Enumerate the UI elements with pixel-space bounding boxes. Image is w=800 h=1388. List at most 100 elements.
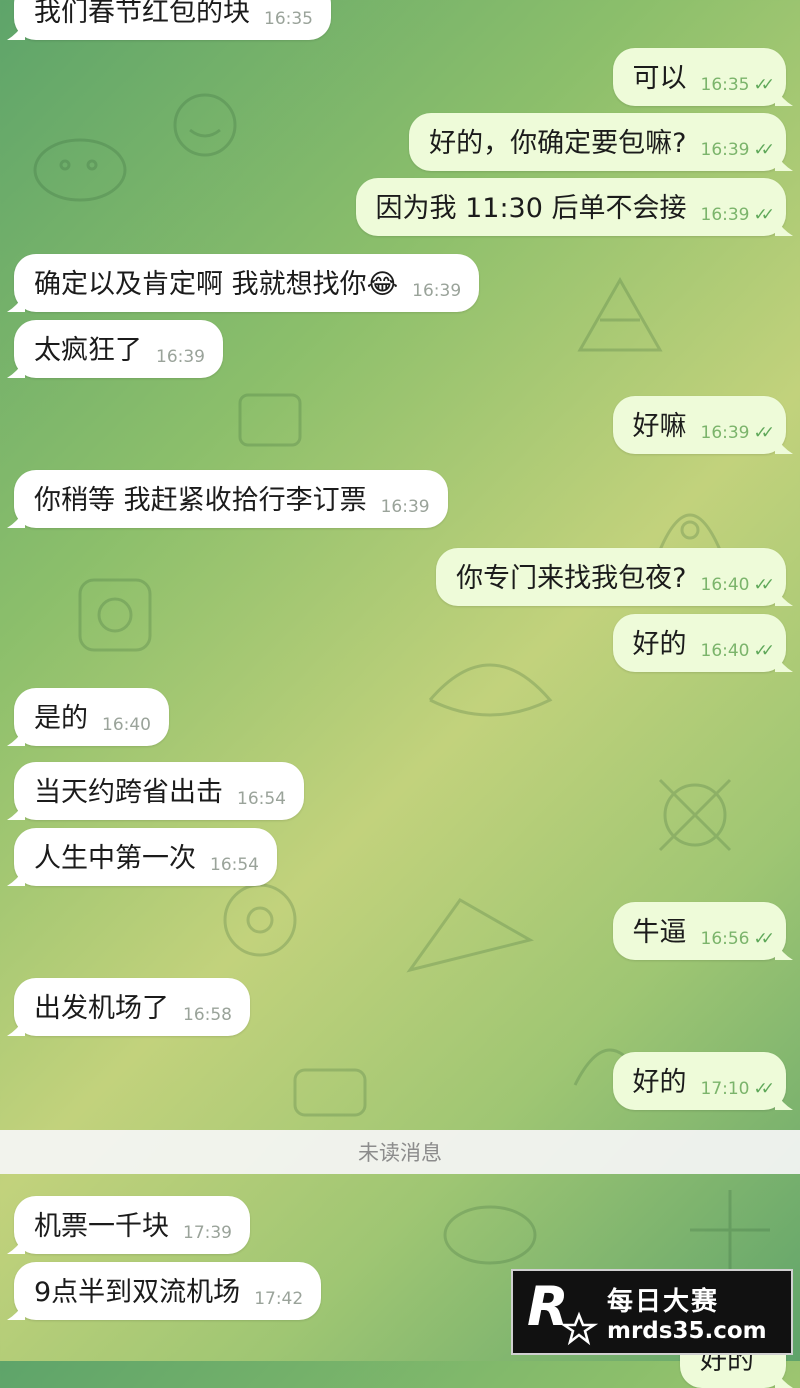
message-text: 我们春节红包的块 bbox=[34, 0, 250, 28]
message-text: 好的 bbox=[632, 1067, 687, 1098]
message-time: 16:39 bbox=[380, 497, 430, 517]
read-ticks-icon: ✓✓ bbox=[753, 641, 775, 661]
message-meta: 16:39 bbox=[156, 347, 205, 368]
bubble-tail-icon bbox=[7, 1302, 25, 1320]
bubble-tail-icon bbox=[775, 1370, 793, 1388]
message-meta: 16:54 bbox=[237, 789, 286, 810]
message-meta: 16:54 bbox=[210, 855, 259, 876]
message-time: 16:39 bbox=[412, 281, 462, 301]
message-time: 16:39 bbox=[700, 205, 750, 225]
message-meta: 16:56 ✓✓ bbox=[700, 929, 775, 950]
bubble-tail-icon bbox=[775, 88, 793, 106]
bubble-tail-icon bbox=[7, 294, 25, 312]
message-text: 好嘛 bbox=[632, 411, 687, 442]
message-meta: 16:40 ✓✓ bbox=[700, 575, 775, 596]
read-ticks-icon: ✓✓ bbox=[753, 575, 775, 595]
message-text: 确定以及肯定啊 我就想找你😂 bbox=[34, 269, 399, 300]
message-text: 牛逼 bbox=[632, 917, 687, 948]
unread-messages-divider: 未读消息 bbox=[0, 1130, 800, 1174]
incoming-message-bubble[interactable]: 是的 16:40 bbox=[7, 688, 169, 746]
message-time: 16:58 bbox=[183, 1005, 232, 1025]
message-meta: 16:39 ✓✓ bbox=[700, 205, 775, 226]
message-time: 16:40 bbox=[700, 575, 750, 595]
bubble-tail-icon bbox=[7, 1018, 25, 1036]
message-time: 16:39 bbox=[156, 347, 205, 367]
bubble-tail-icon bbox=[7, 802, 25, 820]
incoming-message-bubble[interactable]: 机票一千块 17:39 bbox=[7, 1196, 250, 1254]
incoming-message-bubble[interactable]: 确定以及肯定啊 我就想找你😂 16:39 bbox=[7, 254, 480, 312]
outgoing-message-bubble[interactable]: 好的 17:10 ✓✓ bbox=[612, 1052, 793, 1110]
message-text: 好的，你确定要包嘛? bbox=[429, 128, 687, 159]
incoming-message-bubble[interactable]: 你稍等 我赶紧收拾行李订票 16:39 bbox=[7, 470, 448, 528]
message-text: 机票一千块 bbox=[34, 1211, 169, 1242]
message-meta: 16:58 bbox=[183, 1005, 232, 1026]
bubble-tail-icon bbox=[7, 510, 25, 528]
incoming-message-bubble[interactable]: 当天约跨省出击 16:54 bbox=[7, 762, 304, 820]
svg-text:R: R bbox=[527, 1275, 569, 1338]
message-meta: 16:39 bbox=[412, 281, 461, 302]
message-text: 你稍等 我赶紧收拾行李订票 bbox=[34, 485, 367, 516]
watermark-logo: R bbox=[521, 1273, 599, 1351]
bubble-tail-icon bbox=[775, 218, 793, 236]
message-meta: 16:39 ✓✓ bbox=[700, 423, 775, 444]
bubble-tail-icon bbox=[7, 728, 25, 746]
message-time: 16:39 bbox=[700, 423, 750, 443]
read-ticks-icon: ✓✓ bbox=[753, 75, 775, 95]
message-meta: 16:40 bbox=[102, 715, 151, 736]
message-meta: 16:35 ✓✓ bbox=[701, 75, 775, 96]
message-time: 17:39 bbox=[183, 1223, 232, 1243]
message-text: 9点半到双流机场 bbox=[34, 1277, 241, 1308]
message-text: 因为我 11:30 后单不会接 bbox=[375, 193, 687, 224]
message-text: 出发机场了 bbox=[34, 993, 169, 1024]
bubble-tail-icon bbox=[7, 868, 25, 886]
message-text: 可以 bbox=[632, 63, 687, 94]
read-ticks-icon: ✓✓ bbox=[753, 205, 775, 225]
message-time: 16:40 bbox=[102, 715, 151, 735]
message-meta: 16:35 bbox=[264, 9, 313, 30]
outgoing-message-bubble[interactable]: 可以 16:35 ✓✓ bbox=[612, 48, 793, 106]
incoming-message-bubble[interactable]: 9点半到双流机场 17:42 bbox=[7, 1262, 322, 1320]
incoming-message-bubble[interactable]: 人生中第一次 16:54 bbox=[7, 828, 277, 886]
bubble-tail-icon bbox=[775, 942, 793, 960]
bubble-tail-icon bbox=[7, 22, 25, 40]
message-time: 16:40 bbox=[700, 641, 750, 661]
outgoing-message-bubble[interactable]: 你专门来找我包夜? 16:40 ✓✓ bbox=[436, 548, 793, 606]
message-time: 16:35 bbox=[264, 9, 313, 29]
message-time: 16:56 bbox=[700, 929, 750, 949]
bubble-tail-icon bbox=[7, 360, 25, 378]
message-text: 好的 bbox=[632, 629, 687, 660]
watermark-name: 每日大赛 bbox=[607, 1286, 720, 1317]
message-time: 16:39 bbox=[700, 140, 750, 160]
incoming-message-bubble[interactable]: 太疯狂了 16:39 bbox=[7, 320, 223, 378]
message-time: 17:10 bbox=[700, 1079, 750, 1099]
message-meta: 17:39 bbox=[183, 1223, 232, 1244]
message-meta: 16:40 ✓✓ bbox=[700, 641, 775, 662]
outgoing-message-bubble[interactable]: 牛逼 16:56 ✓✓ bbox=[612, 902, 793, 960]
bubble-tail-icon bbox=[775, 588, 793, 606]
unread-divider-label: 未读消息 bbox=[358, 1141, 442, 1165]
message-meta: 16:39 bbox=[381, 497, 430, 518]
incoming-message-bubble[interactable]: 我们春节红包的块 16:35 bbox=[7, 0, 331, 40]
message-text: 太疯狂了 bbox=[34, 335, 142, 366]
read-ticks-icon: ✓✓ bbox=[753, 423, 775, 443]
outgoing-message-bubble[interactable]: 好嘛 16:39 ✓✓ bbox=[612, 396, 793, 454]
incoming-message-bubble[interactable]: 出发机场了 16:58 bbox=[7, 978, 250, 1036]
message-meta: 17:42 bbox=[254, 1289, 303, 1310]
message-time: 16:54 bbox=[210, 855, 259, 875]
read-ticks-icon: ✓✓ bbox=[753, 929, 775, 949]
read-ticks-icon: ✓✓ bbox=[753, 140, 775, 160]
bubble-tail-icon bbox=[775, 153, 793, 171]
message-text: 是的 bbox=[34, 703, 88, 734]
bubble-tail-icon bbox=[775, 436, 793, 454]
bubble-tail-icon bbox=[775, 1092, 793, 1110]
message-meta: 16:39 ✓✓ bbox=[700, 140, 775, 161]
message-time: 17:42 bbox=[254, 1289, 304, 1309]
message-text: 当天约跨省出击 bbox=[34, 777, 223, 808]
message-text: 人生中第一次 bbox=[34, 843, 196, 874]
outgoing-message-bubble[interactable]: 好的，你确定要包嘛? 16:39 ✓✓ bbox=[409, 113, 793, 171]
outgoing-message-bubble[interactable]: 因为我 11:30 后单不会接 16:39 ✓✓ bbox=[355, 178, 793, 236]
bubble-tail-icon bbox=[775, 654, 793, 672]
read-ticks-icon: ✓✓ bbox=[753, 1079, 775, 1099]
outgoing-message-bubble[interactable]: 好的 16:40 ✓✓ bbox=[612, 614, 793, 672]
message-text: 你专门来找我包夜? bbox=[456, 563, 687, 594]
